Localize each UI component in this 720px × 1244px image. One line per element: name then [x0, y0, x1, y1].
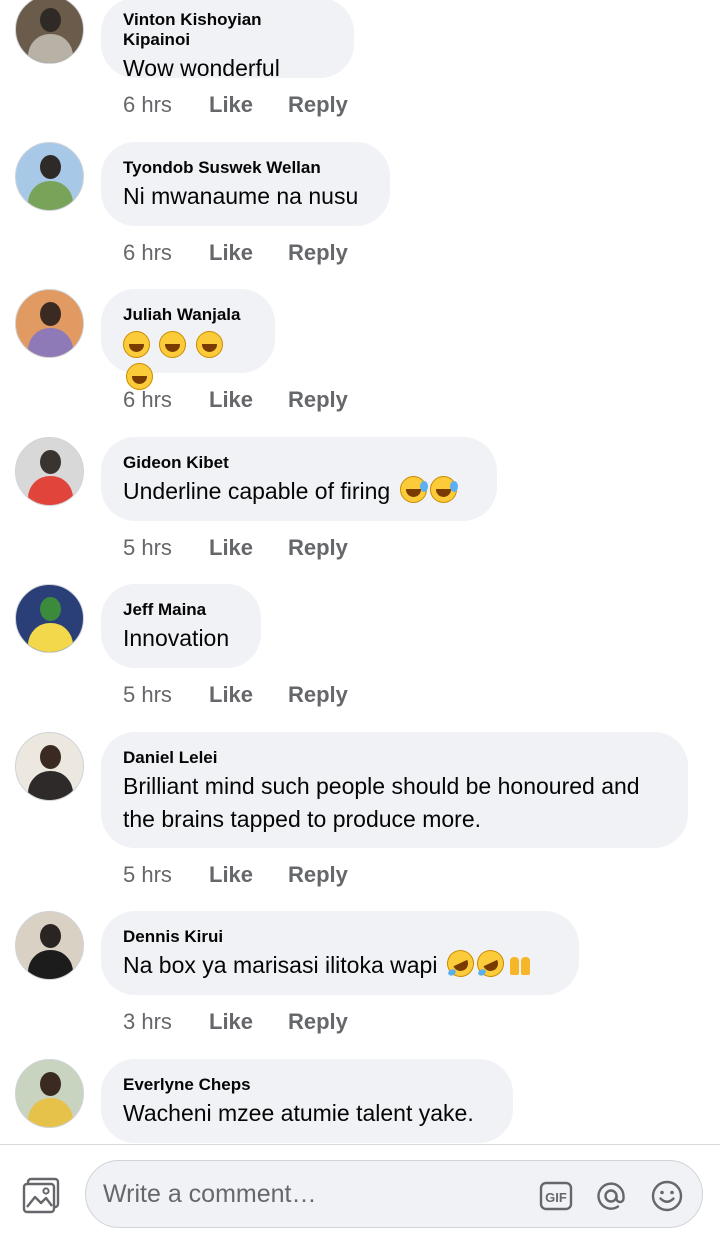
avatar[interactable] [15, 911, 84, 980]
at-sign-icon[interactable] [594, 1179, 628, 1213]
comment-input[interactable] [103, 1161, 523, 1227]
comment-bubble: Jeff Maina Innovation [101, 584, 261, 668]
comment-text: Na box ya marisasi ilitoka wapi [123, 945, 555, 982]
comment-bubble: Daniel Lelei Brilliant mind such people … [101, 732, 688, 848]
rolling-laughing-emoji [472, 945, 509, 982]
grinning-squint-emoji [159, 331, 187, 358]
reply-button[interactable]: Reply [288, 535, 348, 561]
grinning-sweat-emoji [429, 476, 458, 503]
raising-hands-emoji [507, 950, 534, 977]
avatar[interactable] [15, 0, 84, 64]
grinning-squint-emoji [123, 331, 150, 358]
photo-icon[interactable] [22, 1177, 62, 1215]
like-button[interactable]: Like [209, 682, 288, 708]
like-button[interactable]: Like [209, 535, 288, 561]
comment-text-content: Underline capable of firing [123, 478, 397, 504]
comment-author[interactable]: Everlyne Cheps [123, 1075, 489, 1095]
like-button[interactable]: Like [209, 387, 288, 413]
comment-author[interactable]: Jeff Maina [123, 600, 237, 620]
comment-text: Innovation [123, 625, 230, 651]
rolling-laughing-emoji [442, 945, 479, 982]
like-button[interactable]: Like [209, 862, 288, 888]
comment-text: Wow wonderful [123, 55, 280, 81]
comment-bubble: Dennis Kirui Na box ya marisasi ilitoka … [101, 911, 579, 995]
comment-meta: 5 hrs Like Reply [123, 682, 348, 708]
like-button[interactable]: Like [209, 92, 288, 118]
comment-time[interactable]: 5 hrs [123, 682, 209, 708]
comment-author[interactable]: Gideon Kibet [123, 453, 473, 473]
comment-bubble: Gideon Kibet Underline capable of firing [101, 437, 497, 521]
smiley-icon[interactable] [650, 1179, 684, 1213]
avatar[interactable] [15, 289, 84, 358]
comment-bubble: Tyondob Suswek Wellan Ni mwanaume na nus… [101, 142, 390, 226]
comment-author[interactable]: Tyondob Suswek Wellan [123, 158, 366, 178]
comment-meta: 6 hrs Like Reply [123, 387, 348, 413]
reply-button[interactable]: Reply [288, 862, 348, 888]
comment-author[interactable]: Juliah Wanjala [123, 305, 251, 325]
avatar[interactable] [15, 732, 84, 801]
comment-text: Underline capable of firing [123, 475, 473, 507]
comment-text [123, 330, 251, 394]
comment-text-content: Na box ya marisasi ilitoka wapi [123, 952, 444, 978]
reply-button[interactable]: Reply [288, 240, 348, 266]
avatar[interactable] [15, 584, 84, 653]
grinning-sweat-emoji [399, 476, 428, 503]
comment-text: Brilliant mind such people should be hon… [123, 773, 640, 832]
comment-author[interactable]: Dennis Kirui [123, 927, 555, 947]
comment-bubble: Everlyne Cheps Wacheni mzee atumie talen… [101, 1059, 513, 1143]
comment-bubble: Juliah Wanjala [101, 289, 275, 390]
comment-time[interactable]: 6 hrs [123, 92, 209, 118]
comment-time[interactable]: 6 hrs [123, 240, 209, 266]
comment-bubble: Vinton Kishoyian Kipainoi Wow wonderful [101, 0, 354, 81]
comment-meta: 5 hrs Like Reply [123, 862, 348, 888]
reply-button[interactable]: Reply [288, 1009, 348, 1035]
comment-time[interactable]: 6 hrs [123, 387, 209, 413]
reply-button[interactable]: Reply [288, 682, 348, 708]
comment-input-wrapper: GIF [85, 1160, 703, 1228]
comment-list: Vinton Kishoyian Kipainoi Wow wonderful … [0, 0, 720, 1144]
comment-time[interactable]: 3 hrs [123, 1009, 209, 1035]
comment-meta: 6 hrs Like Reply [123, 92, 348, 118]
comment-composer: GIF [0, 1144, 720, 1244]
comment-meta: 6 hrs Like Reply [123, 240, 348, 266]
gif-button[interactable]: GIF [539, 1179, 573, 1213]
comment-meta: 3 hrs Like Reply [123, 1009, 348, 1035]
comment-author[interactable]: Vinton Kishoyian Kipainoi [123, 10, 330, 50]
comment-author[interactable]: Daniel Lelei [123, 748, 664, 768]
comment-time[interactable]: 5 hrs [123, 862, 209, 888]
comment-meta: 5 hrs Like Reply [123, 535, 348, 561]
avatar[interactable] [15, 142, 84, 211]
reply-button[interactable]: Reply [288, 387, 348, 413]
gif-label: GIF [545, 1190, 567, 1205]
grinning-squint-emoji [195, 331, 223, 358]
comment-time[interactable]: 5 hrs [123, 535, 209, 561]
like-button[interactable]: Like [209, 1009, 288, 1035]
grinning-squint-emoji [126, 363, 153, 390]
avatar[interactable] [15, 1059, 84, 1128]
like-button[interactable]: Like [209, 240, 288, 266]
avatar[interactable] [15, 437, 84, 506]
comment-text: Wacheni mzee atumie talent yake. [123, 1100, 474, 1126]
comment-text: Ni mwanaume na nusu [123, 183, 359, 209]
reply-button[interactable]: Reply [288, 92, 348, 118]
